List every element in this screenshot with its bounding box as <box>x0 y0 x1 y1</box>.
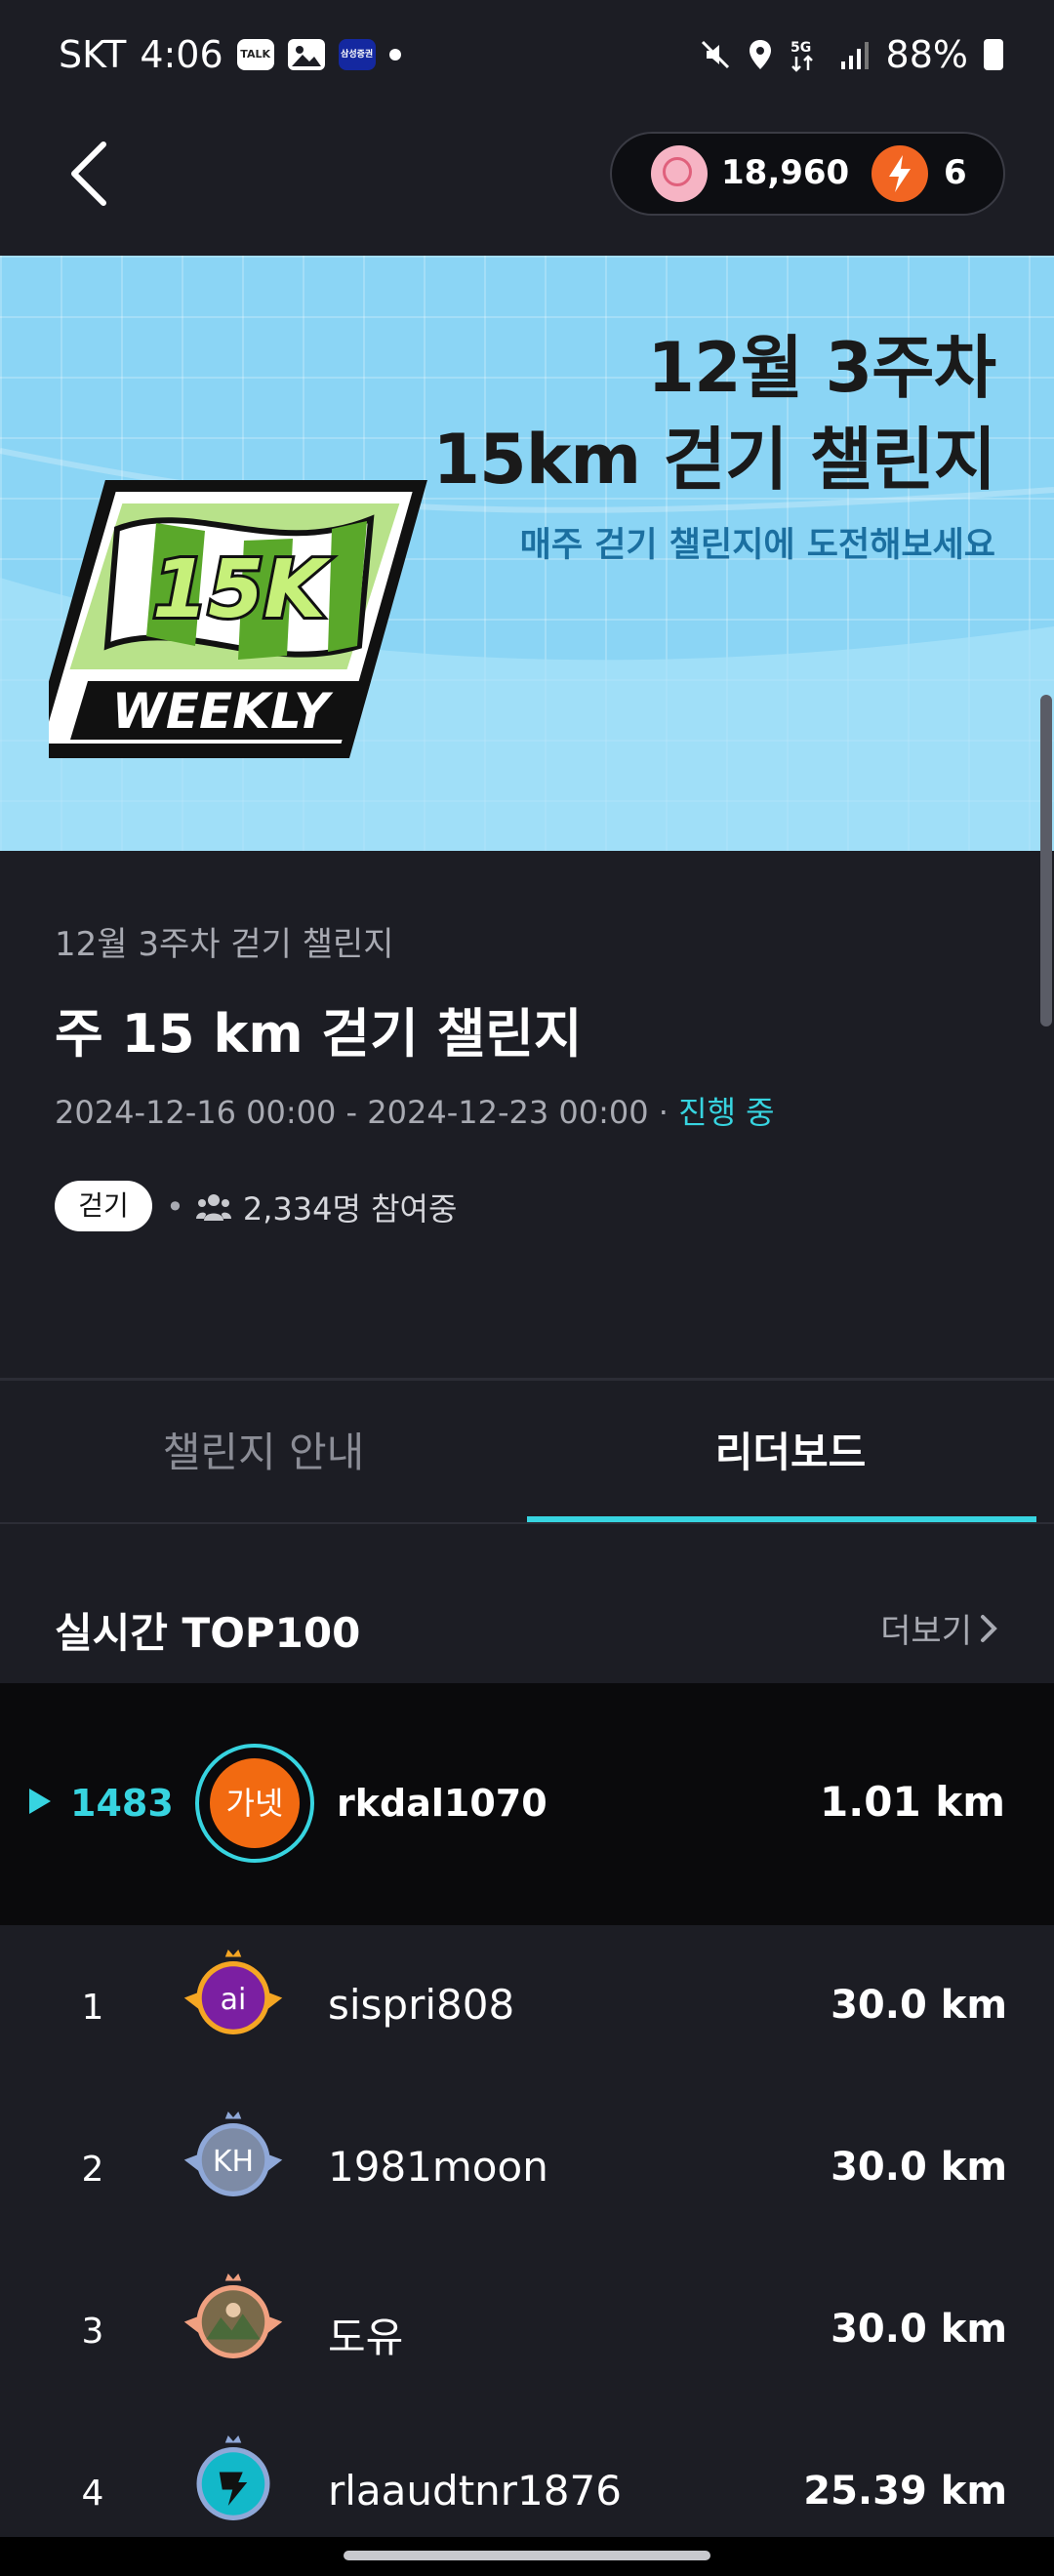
carrier-label: SKT <box>59 33 127 76</box>
username: sispri808 <box>328 1981 515 2029</box>
username: 1981moon <box>328 2143 548 2191</box>
my-distance: 1.01 km <box>820 1778 1005 1826</box>
distance: 25.39 km <box>803 2469 1007 2514</box>
location-icon <box>749 40 771 69</box>
avatar <box>196 2435 270 2520</box>
current-user-indicator-icon <box>29 1789 51 1814</box>
distance: 30.0 km <box>831 2307 1007 2352</box>
scrollbar[interactable] <box>1040 695 1052 1026</box>
svg-text:15K: 15K <box>152 543 331 636</box>
tab-divider <box>0 1522 1054 1524</box>
participants-count: 2,334명 참여중 <box>242 1190 458 1228</box>
battery-icon <box>984 39 1003 70</box>
svg-text:5G: 5G <box>790 40 811 56</box>
avatar-text: KH <box>213 2145 254 2179</box>
leaderboard-title: 실시간 TOP100 <box>55 1609 361 1657</box>
chevron-right-icon <box>981 1614 997 1642</box>
mute-icon <box>701 40 729 69</box>
banner-title-line2: 15km 걷기 챌린지 <box>432 420 996 500</box>
rank-number: 4 <box>81 2474 104 2514</box>
rank-number: 1 <box>81 1988 104 2028</box>
people-icon <box>195 1194 231 1221</box>
challenge-banner: 12월 3주차 15km 걷기 챌린지 매주 걷기 챌린지에 도전해보세요 15… <box>0 256 1054 851</box>
rank-number: 3 <box>81 2312 104 2352</box>
15k-weekly-badge-icon: 15K WEEKLY <box>49 480 427 758</box>
status-right: 5G 88% <box>699 33 1003 76</box>
banner-title-line1: 12월 3주차 <box>647 328 996 408</box>
status-badge: 진행 중 <box>678 1094 775 1131</box>
home-indicator[interactable] <box>344 2551 710 2560</box>
username: rlaaudtnr1876 <box>328 2467 622 2515</box>
tik-balance: 18,960 <box>721 153 850 192</box>
bolt-count: 6 <box>944 153 967 192</box>
avatar: 가넷 <box>195 1744 314 1863</box>
tab-challenge-info[interactable]: 챌린지 안내 <box>0 1420 527 1479</box>
section-divider <box>0 1378 1054 1381</box>
gallery-icon <box>287 39 325 70</box>
banner-title: 12월 3주차 15km 걷기 챌린지 <box>432 322 996 505</box>
5g-signal-icon: 5G <box>790 40 813 72</box>
banner-subtitle: 매주 걷기 챌린지에 도전해보세요 <box>519 526 995 565</box>
avatar-text: ai <box>221 1983 247 2017</box>
more-button[interactable]: 더보기 <box>880 1604 999 1652</box>
battery-percent: 88% <box>885 33 968 76</box>
back-button[interactable] <box>61 137 123 211</box>
more-notifications-icon <box>388 49 401 60</box>
challenge-title: 주 15 km 걷기 챌린지 <box>55 1003 583 1065</box>
cell-signal-icon <box>840 42 869 69</box>
username: 도유 <box>328 2314 404 2361</box>
avatar: ai <box>183 1950 283 2034</box>
status-left: SKT 4:06 TALK 삼성증권 <box>59 33 401 76</box>
tab-leaderboard[interactable]: 리더보드 <box>527 1420 1054 1479</box>
avatar: KH <box>183 2112 283 2196</box>
avatar <box>183 2274 283 2358</box>
challenge-subtitle: 12월 3주차 걷기 챌린지 <box>55 925 394 964</box>
clock: 4:06 <box>140 33 223 76</box>
currency-pill[interactable]: 18,960 6 <box>610 132 1005 216</box>
distance: 30.0 km <box>831 1983 1007 2028</box>
tik-coin-icon <box>651 145 708 202</box>
rank-number: 2 <box>81 2150 104 2190</box>
kakaotalk-icon: TALK <box>236 39 274 70</box>
samsung-securities-icon: 삼성증권 <box>338 39 376 70</box>
bolt-icon <box>872 145 928 202</box>
distance: 30.0 km <box>831 2145 1007 2190</box>
my-username: rkdal1070 <box>337 1782 547 1825</box>
chevron-left-icon <box>71 141 106 206</box>
my-rank: 1483 <box>70 1782 174 1825</box>
avatar-text: 가넷 <box>210 1758 300 1848</box>
period-text: 2024-12-16 00:00 - 2024-12-23 00:00 · <box>55 1094 679 1131</box>
challenge-period: 2024-12-16 00:00 - 2024-12-23 00:00 · 진행… <box>55 1088 775 1133</box>
participants: • 2,334명 참여중 <box>166 1185 457 1229</box>
category-tag: 걷기 <box>55 1181 152 1231</box>
separator-dot: • <box>166 1188 184 1226</box>
svg-text:WEEKLY: WEEKLY <box>112 683 334 740</box>
more-label: 더보기 <box>880 1612 972 1651</box>
